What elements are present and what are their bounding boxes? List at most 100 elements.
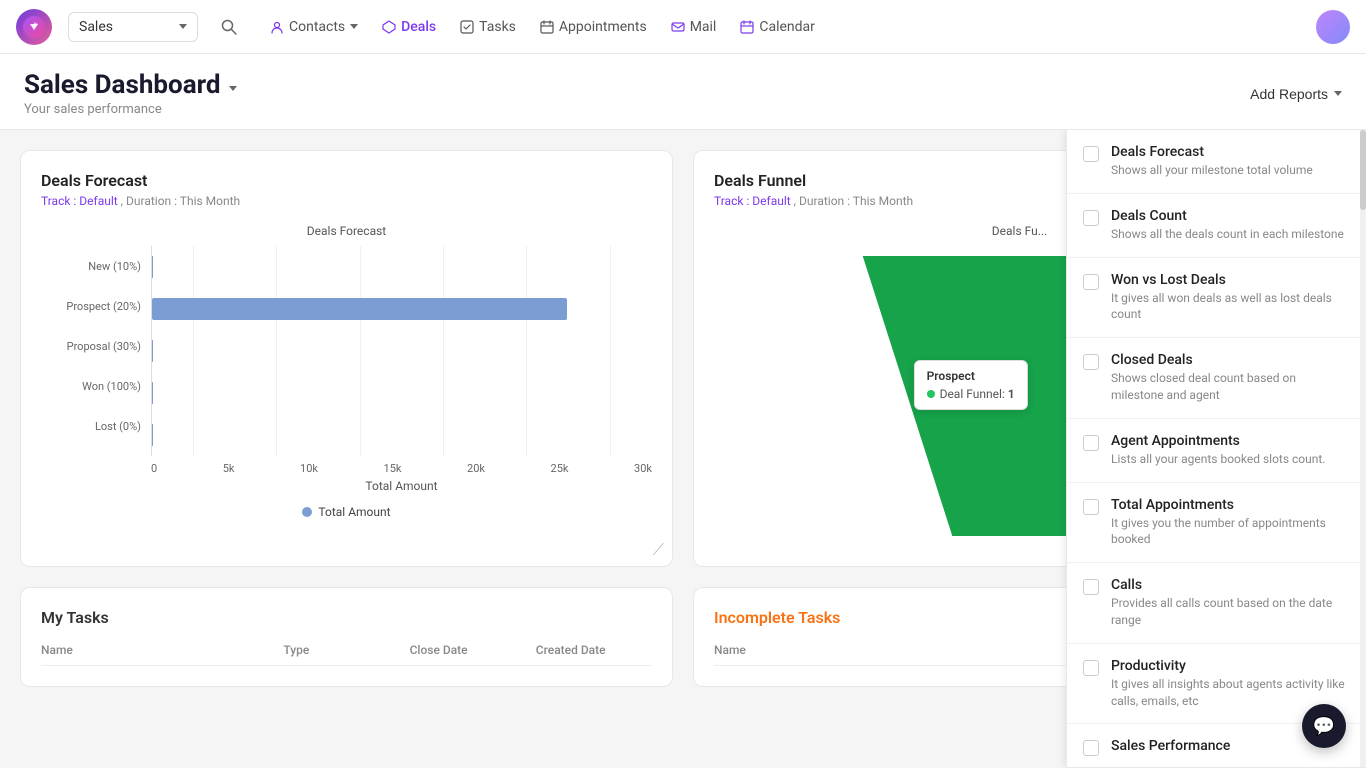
report-item-deals-count[interactable]: Deals Count Shows all the deals count in… (1067, 194, 1366, 258)
x-label-5k: 5k (223, 462, 235, 475)
nav-contacts[interactable]: Contacts (260, 13, 368, 41)
bar-proposal (152, 340, 153, 362)
scrollbar-track (1360, 130, 1366, 767)
calendar-icon (740, 20, 754, 34)
add-reports-label: Add Reports (1250, 86, 1328, 102)
dashboard-dropdown-icon[interactable] (229, 86, 237, 91)
nav-tasks-label: Tasks (479, 19, 516, 35)
report-item-agent-appointments[interactable]: Agent Appointments Lists all your agents… (1067, 419, 1366, 483)
nav-contacts-label: Contacts (289, 19, 345, 35)
nav-tasks[interactable]: Tasks (450, 13, 526, 41)
add-reports-button[interactable]: Add Reports (1250, 86, 1342, 102)
x-label-20k: 20k (467, 462, 485, 475)
page-title: Sales Dashboard (24, 70, 221, 100)
bar-chart-area: New (10%) Prospect (20%) Proposal (30%) … (41, 246, 652, 456)
content-area: Deals Forecast Track : Default , Duratio… (0, 130, 1366, 768)
nav-mail-label: Mail (690, 19, 717, 35)
report-checkbox-won-vs-lost[interactable] (1083, 274, 1099, 290)
user-avatar[interactable] (1316, 10, 1350, 44)
report-desc-won-vs-lost: It gives all won deals as well as lost d… (1111, 290, 1350, 324)
page-title-block: Sales Dashboard Your sales performance (24, 70, 237, 117)
scrollbar-thumb[interactable] (1360, 130, 1366, 210)
bars-area (151, 246, 652, 456)
my-tasks-col-type: Type (283, 643, 399, 657)
y-label-proposal: Proposal (30%) (41, 326, 141, 366)
my-tasks-col-close: Close Date (410, 643, 526, 657)
contacts-dropdown-icon (350, 24, 358, 29)
nav-deals-label: Deals (401, 19, 436, 35)
nav-mail[interactable]: Mail (661, 13, 727, 41)
x-label-15k: 15k (384, 462, 402, 475)
my-tasks-table: Name Type Close Date Created Date (41, 643, 652, 666)
report-desc-total-appointments: It gives you the number of appointments … (1111, 515, 1350, 549)
legend-label: Total Amount (318, 505, 390, 519)
bar-lost (152, 424, 153, 446)
resize-handle[interactable]: ⟋ (653, 540, 664, 560)
deals-forecast-card: Deals Forecast Track : Default , Duratio… (20, 150, 673, 567)
report-checkbox-productivity[interactable] (1083, 660, 1099, 676)
nav-deals[interactable]: Deals (372, 13, 446, 41)
report-desc-calls: Provides all calls count based on the da… (1111, 595, 1350, 629)
x-axis-title: Total Amount (41, 479, 652, 493)
x-label-30k: 30k (634, 462, 652, 475)
report-item-closed-deals[interactable]: Closed Deals Shows closed deal count bas… (1067, 338, 1366, 419)
forecast-chart-title: Deals Forecast (41, 224, 652, 238)
chart-legend: Total Amount (41, 505, 652, 519)
legend-dot (302, 507, 312, 517)
report-name-agent-appointments: Agent Appointments (1111, 433, 1325, 449)
search-button[interactable] (214, 12, 244, 42)
report-name-productivity: Productivity (1111, 658, 1350, 674)
nav-appointments-label: Appointments (559, 19, 647, 35)
report-desc-deals-forecast: Shows all your milestone total volume (1111, 162, 1313, 179)
report-name-calls: Calls (1111, 577, 1350, 593)
nav-calendar[interactable]: Calendar (730, 13, 825, 41)
topbar: Sales Contacts Deals Tasks Appointments (0, 0, 1366, 54)
bar-won (152, 382, 153, 404)
deals-icon (382, 20, 396, 34)
bar-row-won (152, 377, 652, 409)
bar-row-proposal (152, 335, 652, 367)
report-name-won-vs-lost: Won vs Lost Deals (1111, 272, 1350, 288)
bar-new (152, 256, 153, 278)
report-item-won-vs-lost[interactable]: Won vs Lost Deals It gives all won deals… (1067, 258, 1366, 339)
bar-prospect (152, 298, 567, 320)
report-name-deals-count: Deals Count (1111, 208, 1344, 224)
search-icon (220, 18, 238, 36)
nav-appointments[interactable]: Appointments (530, 13, 657, 41)
report-checkbox-deals-count[interactable] (1083, 210, 1099, 226)
report-checkbox-calls[interactable] (1083, 579, 1099, 595)
page: Sales Dashboard Your sales performance A… (0, 54, 1366, 768)
report-checkbox-agent-appointments[interactable] (1083, 435, 1099, 451)
nav-calendar-label: Calendar (759, 19, 815, 35)
report-desc-deals-count: Shows all the deals count in each milest… (1111, 226, 1344, 243)
add-reports-icon (1334, 91, 1342, 96)
deals-forecast-meta: Track : Default , Duration : This Month (41, 194, 652, 208)
my-tasks-col-name: Name (41, 643, 273, 657)
report-item-calls[interactable]: Calls Provides all calls count based on … (1067, 563, 1366, 644)
workspace-selector[interactable]: Sales (68, 12, 198, 42)
report-desc-productivity: It gives all insights about agents activ… (1111, 676, 1350, 710)
report-checkbox-closed-deals[interactable] (1083, 354, 1099, 370)
report-desc-closed-deals: Shows closed deal count based on milesto… (1111, 370, 1350, 404)
report-name-deals-forecast: Deals Forecast (1111, 144, 1313, 160)
chat-button[interactable]: 💬 (1302, 704, 1346, 748)
my-tasks-title: My Tasks (41, 608, 652, 627)
x-axis: 0 5k 10k 15k 20k 25k 30k (41, 462, 652, 475)
report-item-deals-forecast[interactable]: Deals Forecast Shows all your milestone … (1067, 130, 1366, 194)
bar-row-lost (152, 419, 652, 451)
chat-icon: 💬 (1313, 716, 1335, 737)
report-item-total-appointments[interactable]: Total Appointments It gives you the numb… (1067, 483, 1366, 564)
my-tasks-col-created: Created Date (536, 643, 652, 657)
report-checkbox-total-appointments[interactable] (1083, 499, 1099, 515)
page-header: Sales Dashboard Your sales performance A… (0, 54, 1366, 130)
x-label-10k: 10k (300, 462, 318, 475)
report-checkbox-deals-forecast[interactable] (1083, 146, 1099, 162)
reports-panel: Deals Forecast Shows all your milestone … (1066, 130, 1366, 768)
mail-icon (671, 20, 685, 34)
y-label-lost: Lost (0%) (41, 406, 141, 446)
tasks-icon (460, 20, 474, 34)
report-checkbox-sales-performance[interactable] (1083, 740, 1099, 756)
y-label-won: Won (100%) (41, 366, 141, 406)
appointments-icon (540, 20, 554, 34)
y-axis: New (10%) Prospect (20%) Proposal (30%) … (41, 246, 151, 446)
